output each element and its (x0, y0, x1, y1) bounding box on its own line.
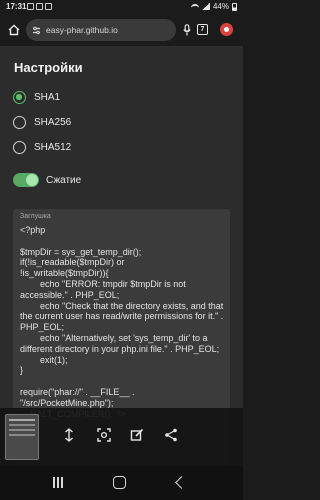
screenshot-thumbnail[interactable] (5, 414, 39, 460)
system-icons: 44% (190, 2, 237, 11)
notification-icon (36, 3, 43, 10)
notification-icon (27, 3, 34, 10)
settings-page: Настройки SHA1 SHA256 SHA512 Сжатие Загл… (0, 46, 243, 469)
microphone-icon[interactable] (183, 24, 191, 36)
stub-code-text[interactable]: <?php $tmpDir = sys_get_temp_dir(); if(!… (20, 225, 225, 419)
hash-option-sha256[interactable]: SHA256 (13, 116, 71, 129)
wifi-icon (190, 3, 199, 10)
signal-icon (201, 3, 210, 10)
back-icon[interactable] (175, 476, 188, 489)
system-navigation-bar (0, 466, 243, 500)
compression-toggle[interactable] (13, 173, 39, 187)
battery-text: 44% (212, 2, 229, 11)
battery-icon (232, 2, 237, 11)
status-bar: 17:31 44% (0, 0, 243, 14)
browser-toolbar: easy-phar.github.io 7 (0, 15, 243, 45)
share-icon[interactable] (164, 428, 178, 442)
hash-option-sha1[interactable]: SHA1 (13, 91, 60, 104)
radio-label: SHA512 (34, 142, 72, 153)
scroll-capture-icon[interactable] (62, 428, 76, 442)
smart-select-icon[interactable] (97, 428, 111, 442)
home-icon[interactable] (8, 24, 20, 36)
radio-button[interactable] (13, 141, 26, 154)
browser-menu-icon[interactable] (220, 23, 233, 36)
notification-icons (27, 3, 52, 10)
radio-label: SHA256 (34, 117, 72, 128)
screenshot-toolbar (0, 408, 243, 466)
recent-apps-icon[interactable] (53, 477, 64, 488)
compression-label: Сжатие (46, 174, 82, 186)
tab-switcher-button[interactable]: 7 (197, 24, 208, 35)
site-info-icon[interactable] (32, 26, 41, 35)
status-time: 17:31 (6, 2, 27, 11)
hash-option-sha512[interactable]: SHA512 (13, 141, 71, 154)
compression-setting[interactable]: Сжатие (13, 173, 81, 187)
radio-button[interactable] (13, 116, 26, 129)
notification-icon (45, 3, 52, 10)
url-text: easy-phar.github.io (46, 25, 118, 35)
stub-field-label: Заглушка (20, 213, 51, 220)
edit-screenshot-icon[interactable] (130, 428, 144, 442)
radio-label: SHA1 (34, 92, 61, 103)
page-title: Настройки (14, 60, 83, 75)
address-bar[interactable]: easy-phar.github.io (26, 19, 176, 41)
home-button-icon[interactable] (113, 476, 126, 489)
radio-button[interactable] (13, 91, 26, 104)
